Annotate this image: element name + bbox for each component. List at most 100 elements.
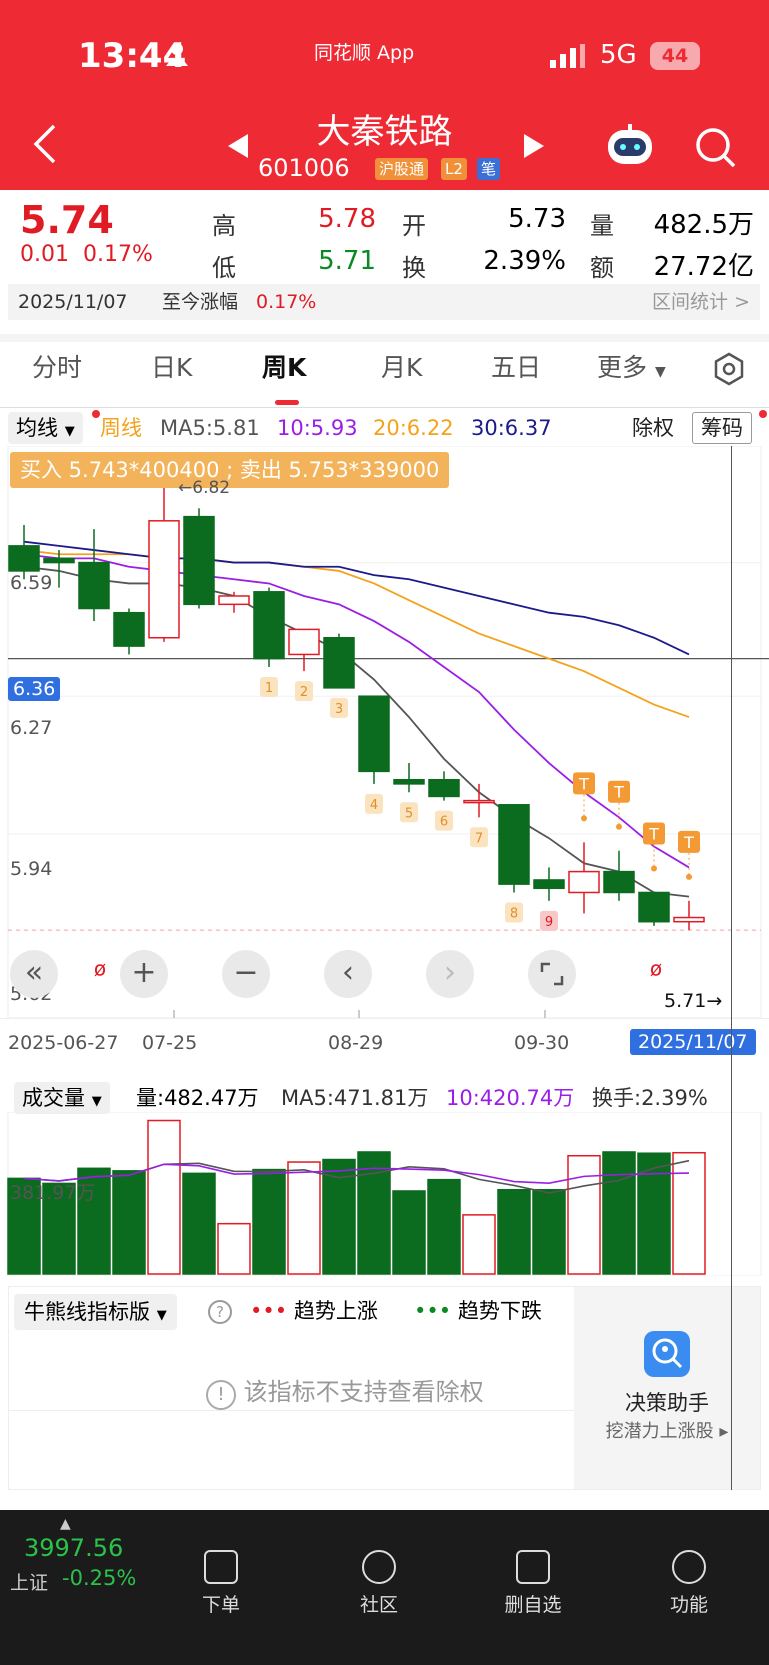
signal-label: 3 — [335, 702, 343, 717]
signal-label: 1 — [265, 681, 273, 696]
nav-order[interactable]: 下单 — [181, 1550, 261, 1617]
next-stock-icon[interactable] — [522, 132, 546, 164]
ma20-value: 20:6.22 — [373, 416, 454, 440]
nav-functions[interactable]: 功能 — [649, 1550, 729, 1617]
high-label: 高 — [212, 212, 236, 240]
candle-body — [8, 545, 40, 572]
price-axis-label: 6.59 — [10, 572, 53, 594]
tag-tick: 笔 — [477, 158, 501, 180]
divider — [0, 407, 769, 408]
ma10-value: 10:5.93 — [277, 416, 358, 440]
indicator-selector[interactable]: 均线 ▼ — [8, 412, 83, 444]
candle-body — [288, 628, 320, 656]
notify-dot — [759, 410, 767, 418]
candle-body — [323, 636, 355, 689]
search-icon[interactable] — [694, 126, 738, 174]
candle-body — [603, 870, 635, 894]
signal-icon — [550, 44, 586, 72]
t-dot — [651, 865, 657, 872]
scroll-left-button[interactable]: ‹ — [324, 950, 372, 998]
t-dot — [581, 815, 587, 822]
last-marker: 5.71→ — [664, 990, 723, 1012]
volume-bar — [567, 1154, 601, 1275]
chips-button[interactable]: 筹码 — [692, 412, 752, 444]
assistant-card[interactable]: 决策助手 挖潜力上涨股 ▸ — [574, 1287, 760, 1489]
tab-five-day[interactable]: 五日 — [491, 348, 541, 384]
volume-bar — [147, 1119, 181, 1275]
volume-turnover: 换手:2.39% — [592, 1086, 708, 1110]
turnover-label: 换 — [402, 254, 426, 282]
candle-body — [568, 870, 600, 894]
volume-ma10: 10:420.74万 — [446, 1086, 575, 1110]
range-stats-link[interactable]: 区间统计 > — [652, 284, 750, 320]
signal-label: 4 — [370, 798, 378, 813]
status-network: 5G — [600, 40, 637, 70]
open-label: 开 — [402, 212, 426, 240]
candle-body — [428, 778, 460, 798]
assistant-subtitle: 挖潜力上涨股 ▸ — [605, 1421, 729, 1442]
indicator-panel-selector[interactable]: 牛熊线指标版 ▼ — [14, 1294, 177, 1330]
assistant-title: 决策助手 — [625, 1391, 709, 1415]
nav-community[interactable]: 社区 — [339, 1550, 419, 1617]
volume-bar — [252, 1168, 286, 1275]
volume-bar — [392, 1190, 426, 1275]
fullscreen-icon[interactable] — [528, 950, 576, 998]
low-label: 低 — [212, 254, 236, 282]
zoom-out-button[interactable]: − — [222, 950, 270, 998]
kline-chart[interactable]: 1 2 3 4 5 6 7 8 9 T T T Tø ø — [0, 446, 769, 1018]
settings-icon[interactable] — [712, 352, 746, 392]
tab-daily[interactable]: 日K — [151, 348, 192, 384]
ma30-value: 30:6.37 — [471, 416, 552, 440]
assistant-icon — [644, 1331, 690, 1377]
interval-date: 2025/11/07 — [18, 291, 128, 313]
volume-axis-label: 381.97万 — [10, 1182, 96, 1204]
help-icon[interactable]: ? — [208, 1300, 232, 1324]
signal-label: 8 — [510, 906, 518, 921]
tab-more[interactable]: 更多 ▼ — [597, 348, 666, 384]
legend-up: ••• 趋势上涨 — [250, 1299, 378, 1323]
volume-bar — [287, 1161, 321, 1275]
volume-bar — [462, 1214, 496, 1275]
tab-weekly[interactable]: 周K — [262, 348, 306, 384]
ma-line-ma10 — [23, 553, 690, 869]
signal-label: 5 — [405, 806, 413, 821]
amount-label: 额 — [590, 254, 614, 282]
ma5-value: MA5:5.81 — [160, 416, 260, 440]
candle-body — [358, 695, 390, 773]
exright-toggle[interactable]: 除权 — [632, 410, 674, 446]
candle-body — [638, 891, 670, 923]
tab-monthly[interactable]: 月K — [381, 348, 422, 384]
index-value: 3997.56 — [24, 1534, 124, 1562]
remove-icon — [516, 1550, 550, 1584]
zoom-out-full-button[interactable]: « — [10, 950, 58, 998]
date-axis-label: 09-30 — [514, 1032, 570, 1054]
high-value: 5.78 — [318, 204, 376, 234]
tab-intraday[interactable]: 分时 — [32, 348, 82, 384]
date-axis-label: 2025-06-27 — [8, 1032, 119, 1054]
volume-bar — [182, 1172, 216, 1275]
candle-body — [393, 778, 425, 785]
notify-dot — [92, 410, 100, 418]
scroll-right-button[interactable]: › — [426, 950, 474, 998]
volume-value: 量:482.47万 — [136, 1086, 259, 1110]
candle-body — [673, 916, 705, 923]
since-pct: 0.17% — [256, 291, 317, 313]
volume-bar — [532, 1188, 566, 1275]
zoom-in-button[interactable]: + — [120, 950, 168, 998]
signal-label: 7 — [475, 831, 483, 846]
volume-chart[interactable] — [0, 1112, 769, 1276]
nav-remove-watchlist[interactable]: 删自选 — [493, 1550, 573, 1617]
crosshair-price-label: 6.36 — [8, 677, 61, 701]
caret-down-icon: ▼ — [654, 364, 666, 380]
tag-l2: L2 — [441, 158, 467, 180]
price-axis-label: 6.27 — [10, 717, 53, 739]
index-change: -0.25% — [62, 1566, 137, 1590]
candle-body — [533, 879, 565, 890]
t-dot — [686, 873, 692, 880]
volume-selector[interactable]: 成交量 ▼ — [14, 1082, 110, 1114]
volume-value: 482.5万 — [653, 210, 754, 240]
expand-up-icon[interactable]: ▲ — [60, 1516, 71, 1532]
t-label: T — [648, 824, 659, 843]
robot-icon[interactable] — [606, 124, 654, 172]
signal-label: 9 — [545, 915, 553, 930]
